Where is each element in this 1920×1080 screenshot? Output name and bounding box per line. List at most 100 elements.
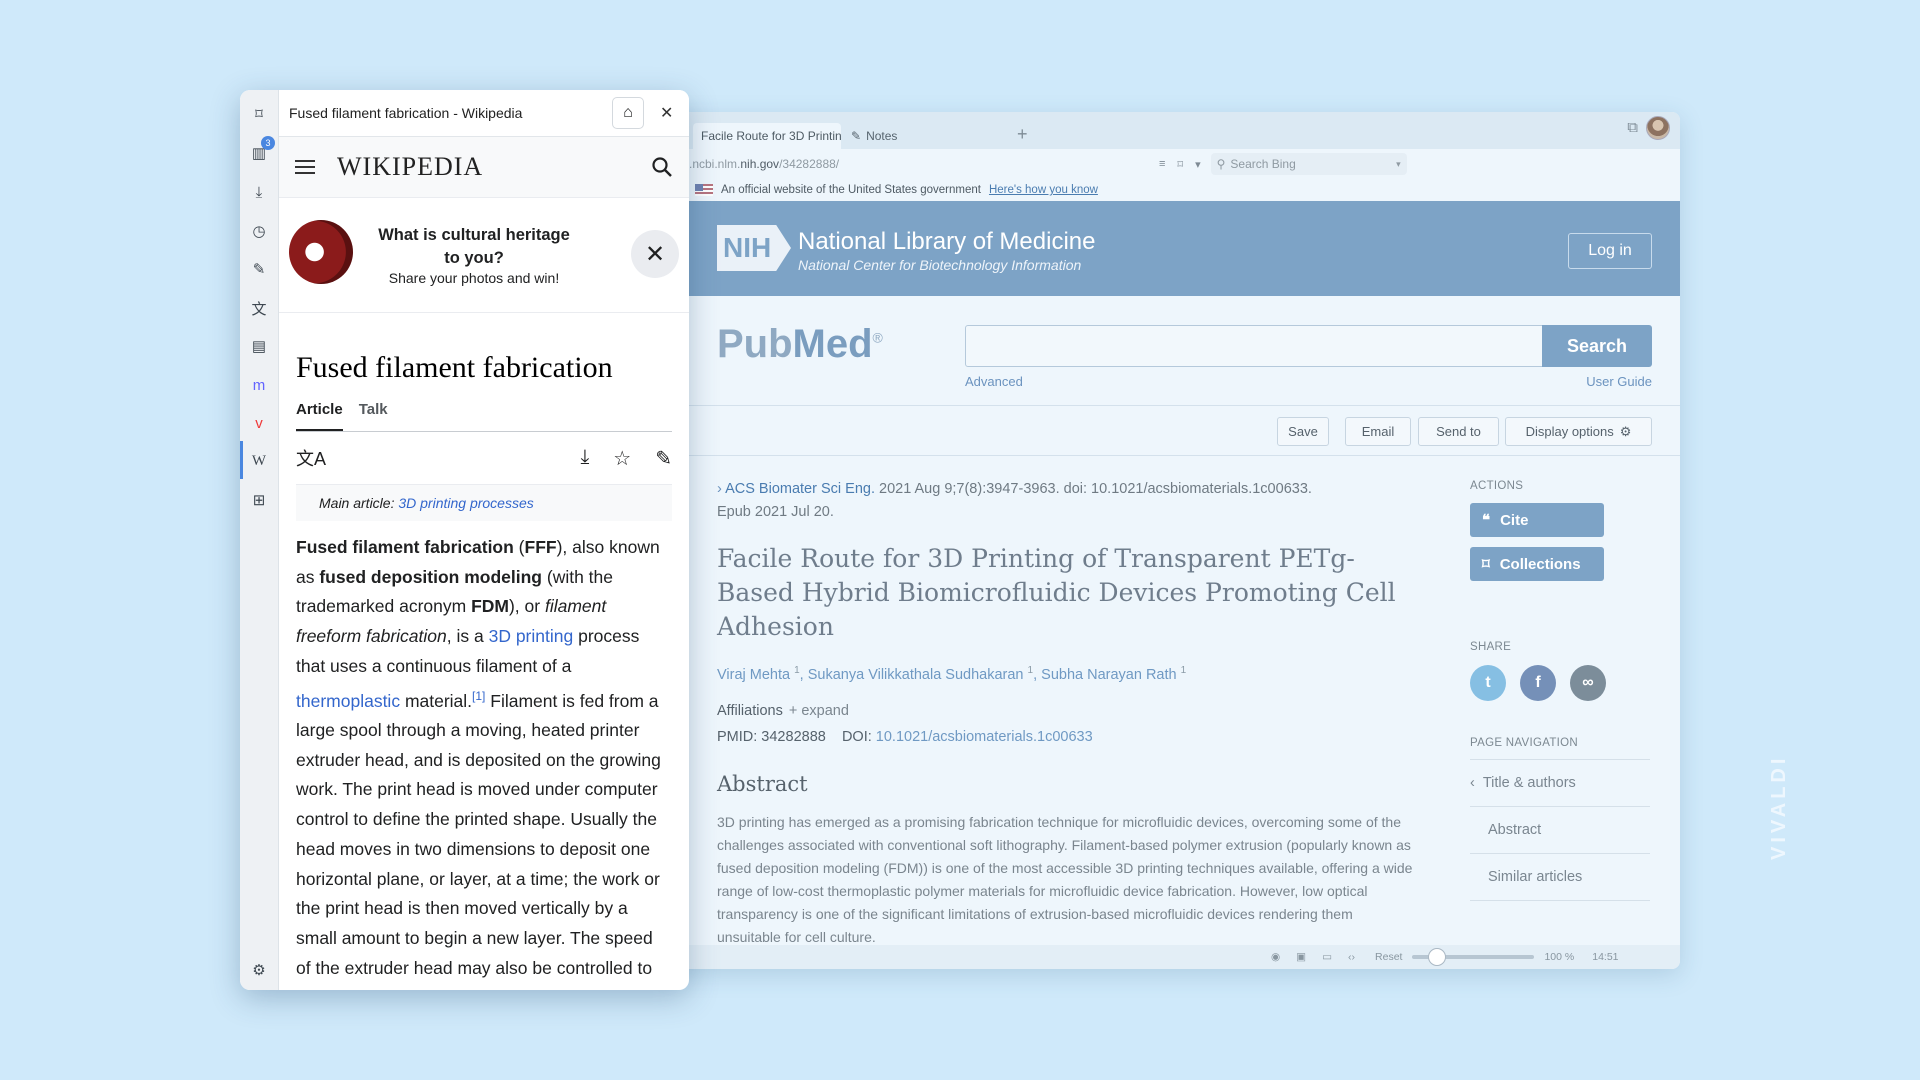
reader-icon[interactable]: ≡: [1159, 158, 1165, 171]
author-link[interactable]: Sukanya Vilikkathala Sudhakaran: [808, 667, 1024, 683]
share-buttons: t f ∞: [1470, 665, 1650, 701]
campaign-banner: What is cultural heritage to you? Share …: [279, 198, 689, 313]
image-icon[interactable]: ▣: [1296, 951, 1306, 963]
nih-subtitle: National Center for Biotechnology Inform…: [798, 257, 1082, 273]
window-icon[interactable]: ▤: [249, 336, 269, 356]
vivaldi-watermark: VIVALDI: [1768, 754, 1790, 860]
pubmed-search-input[interactable]: [965, 325, 1543, 367]
avatar[interactable]: [1646, 116, 1670, 140]
link-icon[interactable]: ∞: [1570, 665, 1606, 701]
tiling-icon[interactable]: ▭: [1322, 951, 1332, 963]
collections-button[interactable]: ⌑ Collections: [1470, 547, 1604, 581]
author-link[interactable]: Subha Narayan Rath: [1041, 667, 1176, 683]
page-nav-heading: PAGE NAVIGATION: [1470, 737, 1579, 749]
close-icon[interactable]: ✕: [631, 230, 679, 278]
user-guide-link[interactable]: User Guide: [1586, 374, 1652, 389]
link-3d-printing[interactable]: 3D printing: [489, 626, 574, 646]
url-field[interactable]: .ncbi.nlm.nih.gov/34282888/: [689, 157, 1159, 171]
abstract-heading: Abstract: [717, 772, 808, 796]
status-bar: ◉ ▣ ▭ ‹› Reset 100 % 14:51: [665, 945, 1680, 969]
tab-article[interactable]: Article: [296, 401, 343, 431]
affiliations-label: Affiliations: [717, 703, 783, 719]
reference-link[interactable]: [1]: [472, 689, 485, 703]
search-placeholder: Search Bing: [1230, 157, 1296, 171]
cite-button[interactable]: ❝ Cite: [1470, 503, 1604, 537]
close-icon[interactable]: ✕: [660, 103, 673, 123]
hatnote-link[interactable]: 3D printing processes: [398, 495, 533, 511]
home-icon[interactable]: ⌂: [612, 97, 644, 129]
star-icon[interactable]: ☆: [613, 446, 631, 471]
advanced-link[interactable]: Advanced: [965, 374, 1023, 389]
wikipedia-logo[interactable]: WIKIPEDIA: [337, 152, 483, 182]
gov-link[interactable]: Here's how you know: [989, 184, 1098, 196]
bookmarks-icon[interactable]: ⌑: [249, 104, 269, 124]
history-icon[interactable]: ◷: [249, 221, 269, 241]
send-to-button[interactable]: Send to: [1418, 417, 1499, 446]
tab-pubmed[interactable]: Facile Route for 3D Printin: [693, 123, 841, 149]
zoom-reset-button[interactable]: Reset: [1375, 951, 1402, 963]
affiliations: Affiliations + expand: [717, 703, 849, 719]
mastodon-icon[interactable]: m: [249, 375, 269, 395]
twitter-icon[interactable]: t: [1470, 665, 1506, 701]
author-link[interactable]: Viraj Mehta: [717, 667, 790, 683]
side-panel: ACTIONS ❝ Cite ⌑ Collections SHARE t f ∞ P…: [1470, 456, 1650, 901]
menu-icon[interactable]: [295, 160, 315, 174]
add-panel-icon[interactable]: ⊞: [249, 490, 269, 510]
facebook-icon[interactable]: f: [1520, 665, 1556, 701]
vivaldi-icon[interactable]: v: [249, 413, 269, 433]
search-engine-field[interactable]: ⚲ Search Bing ▾: [1210, 153, 1407, 175]
search-icon: ⚲: [1216, 157, 1226, 171]
nav-similar-articles[interactable]: Similar articles: [1470, 854, 1650, 901]
display-options-button[interactable]: Display options ⚙: [1505, 417, 1652, 446]
edit-icon[interactable]: ✎: [655, 446, 672, 471]
page-nav: ‹ Title & authors Abstract Similar articl…: [1470, 759, 1650, 901]
notes-icon[interactable]: ✎: [249, 259, 269, 279]
pubmed-logo[interactable]: PubMed®: [717, 322, 883, 367]
chevron-down-icon[interactable]: ▾: [1396, 159, 1401, 170]
email-button[interactable]: Email: [1345, 417, 1411, 446]
download-icon[interactable]: ⤓: [580, 446, 589, 471]
banner-question[interactable]: What is cultural heritage to you?: [369, 224, 579, 270]
expand-button[interactable]: + expand: [789, 703, 849, 719]
affiliation-ref[interactable]: 1: [1028, 665, 1034, 676]
nav-abstract[interactable]: Abstract: [1470, 807, 1650, 854]
affiliation-ref[interactable]: 1: [1181, 665, 1187, 676]
settings-icon[interactable]: ⚙: [249, 960, 269, 980]
doi-link[interactable]: 10.1021/acsbiomaterials.1c00633: [876, 729, 1093, 745]
link-thermoplastic[interactable]: thermoplastic: [296, 690, 400, 710]
article-body: Fused filament fabrication (FFF), also k…: [296, 537, 661, 990]
chevron-right-icon: ›: [717, 481, 722, 497]
wikipedia-icon[interactable]: W: [249, 451, 269, 471]
login-button[interactable]: Log in: [1568, 233, 1652, 269]
zoom-slider[interactable]: [1412, 948, 1535, 966]
search-icon[interactable]: [651, 156, 673, 178]
save-button[interactable]: Save: [1277, 417, 1329, 446]
language-icon[interactable]: 文A: [296, 445, 326, 471]
code-icon[interactable]: ‹›: [1348, 951, 1355, 963]
nih-title: National Library of Medicine: [798, 228, 1096, 255]
chevron-down-icon[interactable]: ▾: [1195, 158, 1201, 171]
quote-icon: ❝: [1482, 512, 1491, 529]
reading-list-icon[interactable]: ▥ 3: [249, 136, 275, 163]
new-tab-button[interactable]: +: [1017, 121, 1028, 149]
reading-list-badge: 3: [261, 136, 275, 150]
bookmark-icon[interactable]: ⌑: [1177, 158, 1183, 171]
web-panel: ⌑ ▥ 3 ⤓ ◷ ✎ 文 ▤ m v W ⊞ ⚙ Fused filament …: [240, 90, 689, 990]
search-button[interactable]: Search: [1542, 325, 1652, 367]
extensions-icon[interactable]: ⧉: [1627, 119, 1638, 136]
affiliation-ref[interactable]: 1: [794, 665, 800, 676]
hatnote-label: Main article:: [319, 495, 395, 511]
tab-label: Facile Route for 3D Printin: [701, 129, 841, 143]
journal-link[interactable]: ACS Biomater Sci Eng.: [725, 481, 875, 497]
nav-title-authors[interactable]: ‹ Title & authors: [1470, 760, 1650, 807]
page-tabs: Article Talk: [296, 401, 672, 432]
nih-logo[interactable]: NIH: [717, 225, 791, 271]
tab-talk[interactable]: Talk: [359, 401, 388, 431]
camera-icon[interactable]: ◉: [1271, 951, 1280, 963]
translate-icon[interactable]: 文: [249, 298, 269, 318]
tab-notes[interactable]: ✎ Notes: [843, 123, 1003, 149]
downloads-icon[interactable]: ⤓: [249, 182, 269, 202]
page-title: Fused filament fabrication: [296, 351, 613, 384]
zoom-slider-handle[interactable]: [1428, 948, 1447, 966]
journal-citation: › ACS Biomater Sci Eng. 2021 Aug 9;7(8):…: [717, 478, 1377, 524]
